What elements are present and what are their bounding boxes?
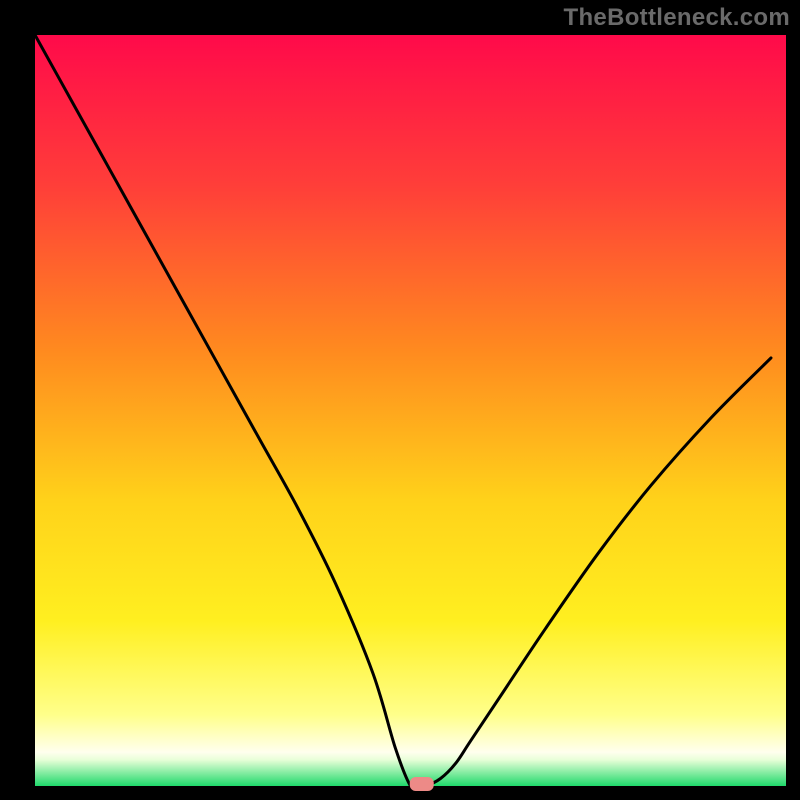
optimal-point-marker: [410, 777, 434, 791]
bottleneck-chart: [0, 0, 800, 800]
chart-frame: TheBottleneck.com: [0, 0, 800, 800]
watermark-label: TheBottleneck.com: [564, 4, 790, 32]
plot-background: [35, 35, 786, 786]
